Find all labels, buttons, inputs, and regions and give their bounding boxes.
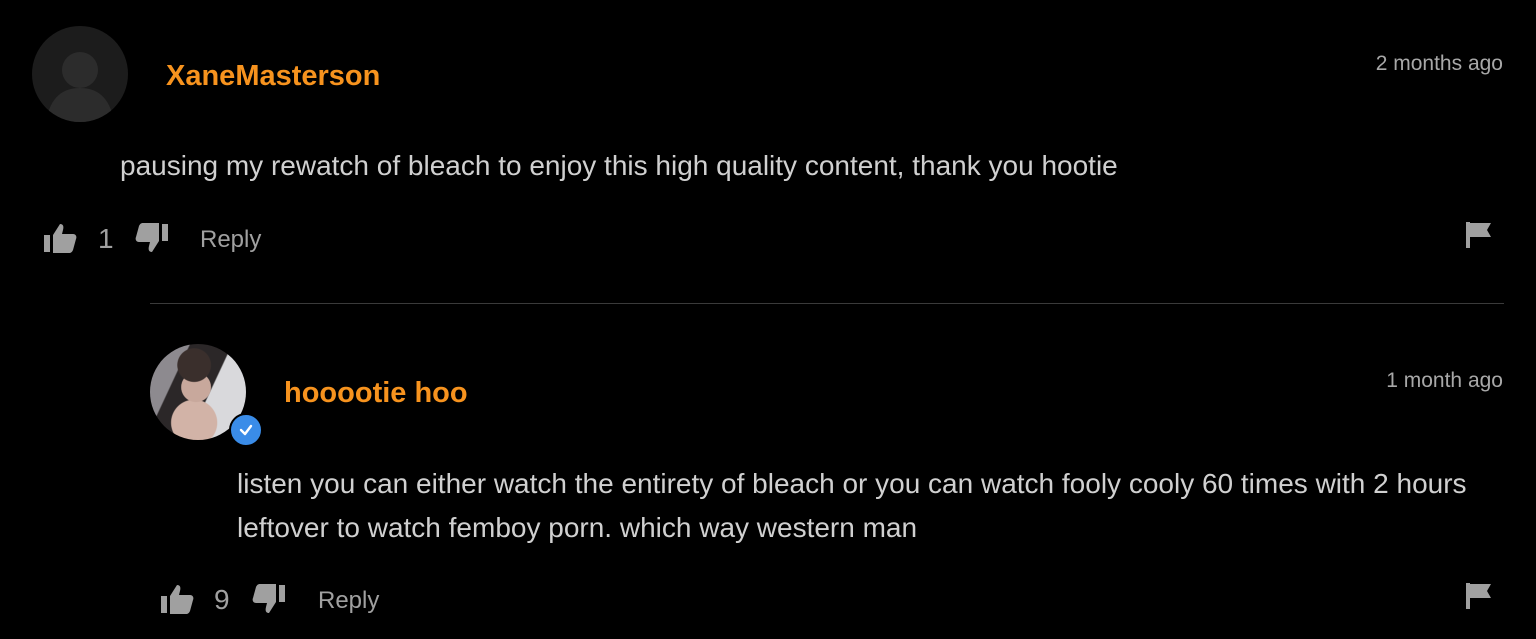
thumbs-up-icon [44, 224, 77, 253]
default-avatar-icon [46, 52, 114, 122]
like-count: 1 [98, 223, 114, 254]
verified-check-icon [239, 424, 253, 436]
like-button[interactable] [43, 222, 77, 254]
flag-button[interactable] [1465, 582, 1493, 610]
reply-button[interactable]: Reply [318, 587, 379, 615]
dislike-button[interactable] [252, 583, 286, 615]
comment-text: pausing my rewatch of bleach to enjoy th… [120, 150, 1118, 181]
flag-button[interactable] [1465, 221, 1493, 249]
divider [150, 303, 1504, 304]
comment-timestamp: 2 months ago [1375, 52, 1503, 75]
verified-badge [229, 413, 263, 447]
comment-timestamp: 1 month ago [1386, 369, 1503, 392]
comment-username[interactable]: XaneMasterson [166, 60, 380, 93]
thumbs-up-icon [161, 585, 194, 614]
like-count: 9 [214, 584, 230, 615]
comment-username[interactable]: hooootie hoo [284, 377, 468, 410]
like-button[interactable] [160, 583, 194, 615]
comment-text: listen you can either watch the entirety… [237, 468, 1467, 543]
flag-icon [1466, 583, 1491, 609]
dislike-button[interactable] [135, 222, 169, 254]
flag-icon [1466, 222, 1491, 248]
avatar[interactable] [32, 26, 128, 122]
thumbs-down-icon [135, 223, 168, 252]
thumbs-down-icon [252, 584, 285, 613]
reply-button[interactable]: Reply [200, 226, 261, 254]
